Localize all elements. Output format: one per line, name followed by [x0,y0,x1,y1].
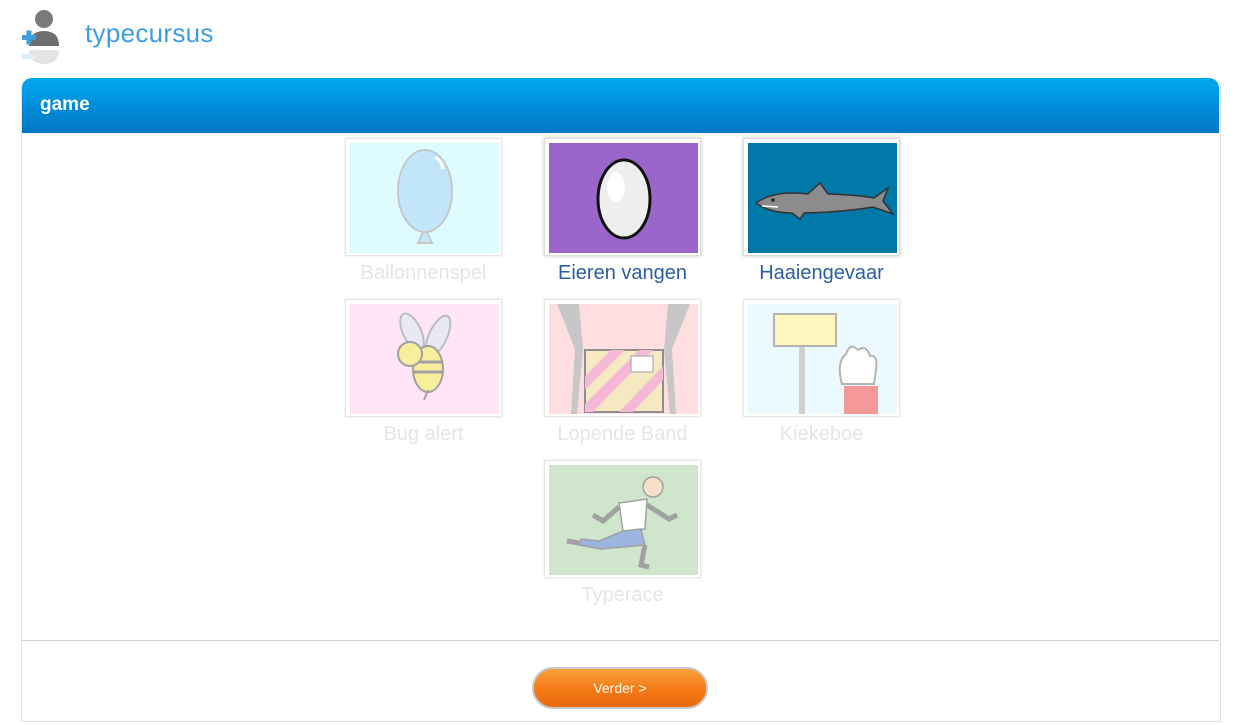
conveyor-box-icon [549,304,698,414]
game-thumbnail[interactable] [345,138,502,256]
user-add-icon [22,10,59,64]
game-label: Typerace [581,584,664,606]
game-thumbnail[interactable] [544,460,701,578]
game-label: Kiekeboe [779,423,864,445]
game-label: Eieren vangen [558,262,687,284]
footer-divider [22,640,1219,641]
game-thumbnail[interactable] [544,299,701,417]
bee-icon [350,304,499,414]
game-thumbnail[interactable] [345,299,502,417]
app-title: typecursus [85,18,214,48]
sign-hand-icon [748,304,897,414]
game-label: Bug alert [383,423,464,445]
game-thumbnail[interactable] [743,299,900,417]
game-label: Lopende Band [557,423,688,445]
game-label: Haaiengevaar [759,262,884,284]
game-thumbnail[interactable] [743,138,900,256]
runner-icon [549,465,698,575]
next-button[interactable]: Verder > [532,667,708,709]
top-bar: typecursus [0,0,1242,75]
balloon-icon [350,143,499,253]
egg-icon [549,143,698,253]
game-thumbnail[interactable] [544,138,701,256]
panel-header: game [22,78,1219,133]
shark-icon [748,143,897,253]
panel-title: game [40,94,90,115]
game-label: Ballonnenspel [360,262,487,284]
